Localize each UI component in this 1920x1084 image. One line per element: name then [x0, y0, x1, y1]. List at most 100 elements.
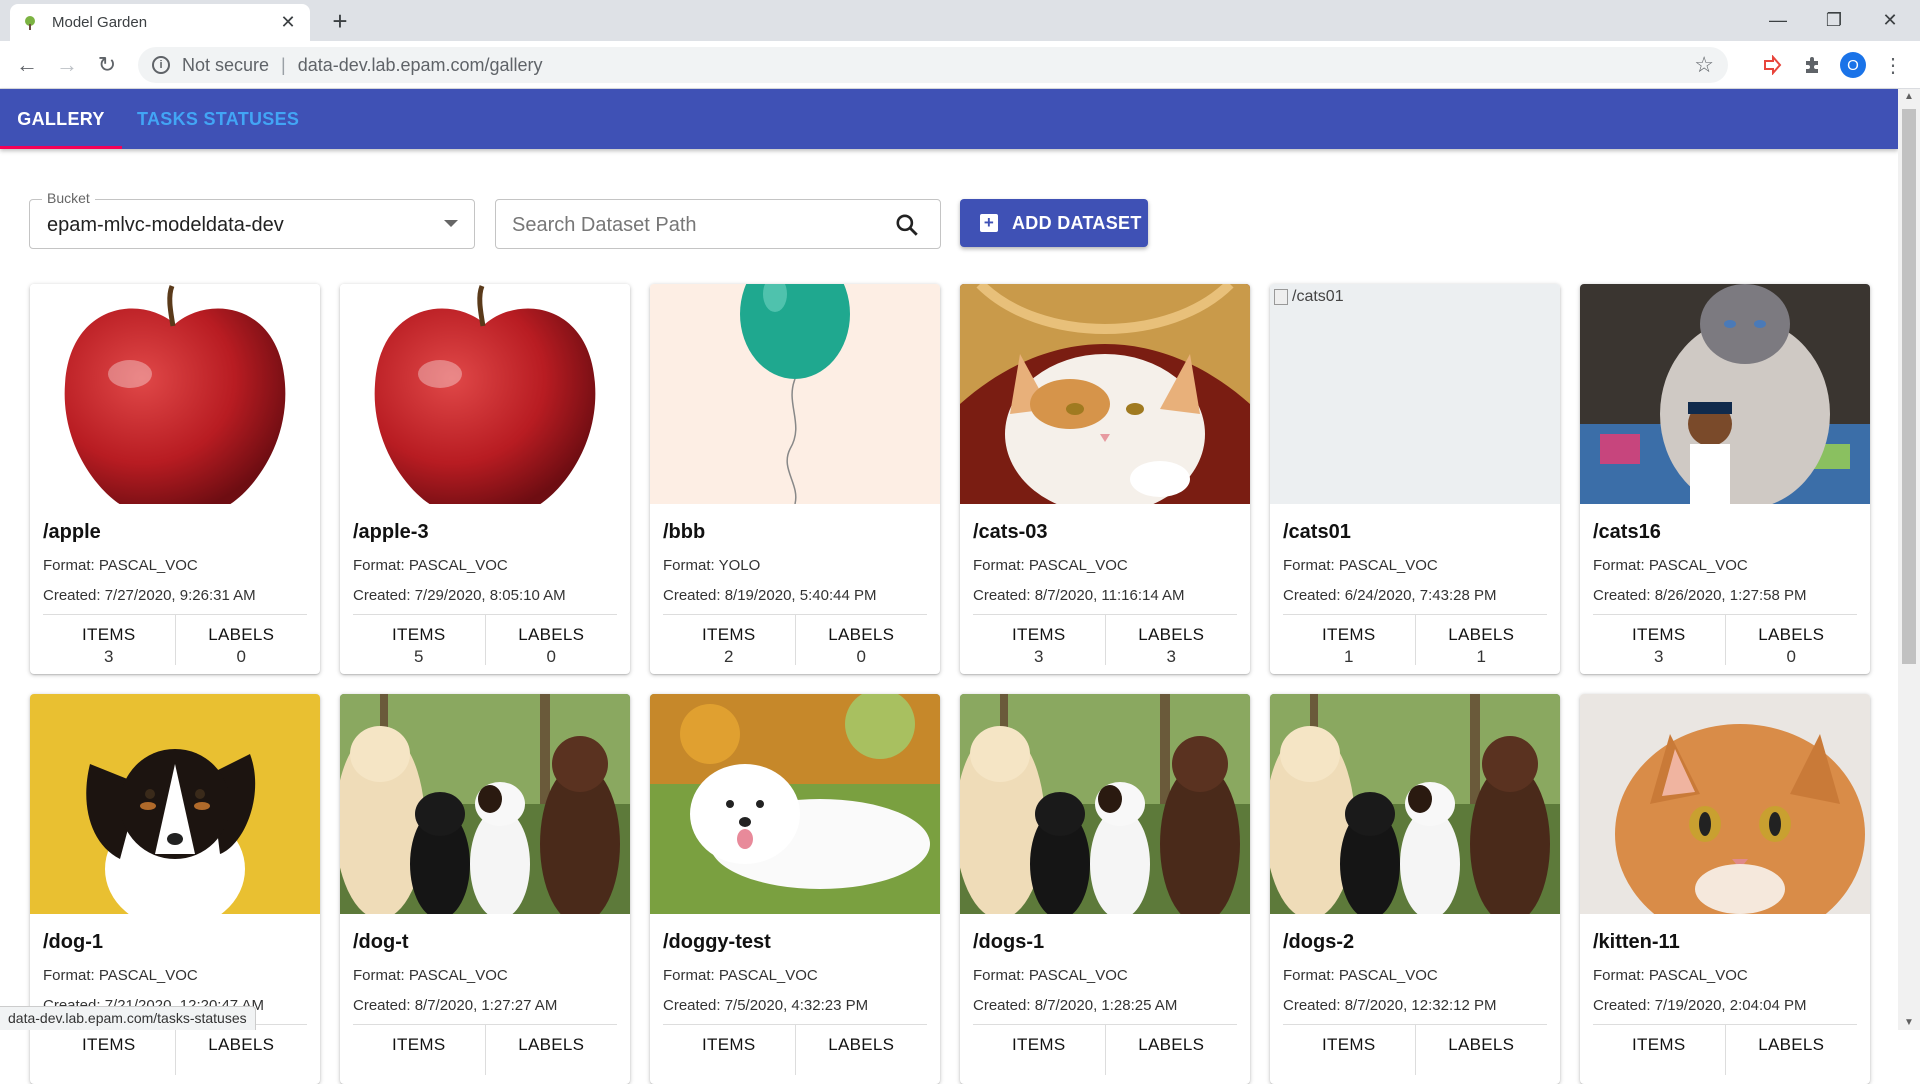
labels-stat: LABELS	[1414, 1025, 1548, 1075]
dataset-created: Created: 7/5/2020, 4:32:23 PM	[663, 997, 869, 1014]
forward-icon[interactable]: →	[51, 49, 83, 81]
labels-count: 3	[1166, 647, 1176, 666]
dataset-thumbnail[interactable]	[30, 284, 320, 504]
labels-label: LABELS	[208, 625, 275, 644]
items-label: ITEMS	[702, 1035, 756, 1054]
labels-stat: LABELS	[174, 1025, 308, 1075]
search-icon[interactable]	[894, 212, 920, 238]
info-icon[interactable]: i	[152, 56, 170, 74]
extension-arrow-icon[interactable]	[1757, 50, 1787, 80]
dataset-thumbnail[interactable]	[340, 284, 630, 504]
dataset-format: Format: PASCAL_VOC	[663, 967, 818, 984]
close-tab-icon[interactable]: ✕	[278, 12, 298, 33]
dataset-stats: ITEMS LABELS	[1283, 1025, 1547, 1075]
dataset-card[interactable]: /cats16 Format: PASCAL_VOC Created: 8/26…	[1580, 284, 1870, 674]
dropdown-arrow-icon	[444, 220, 458, 227]
items-stat: ITEMS	[1593, 1025, 1725, 1075]
dataset-thumbnail[interactable]	[1580, 694, 1870, 914]
items-label: ITEMS	[702, 625, 756, 644]
items-label: ITEMS	[392, 625, 446, 644]
dataset-card[interactable]: /cats01 /cats01 Format: PASCAL_VOC Creat…	[1270, 284, 1560, 674]
bucket-select[interactable]: Bucket epam-mlvc-modeldata-dev	[29, 190, 475, 249]
new-tab-icon[interactable]: +	[326, 6, 354, 36]
browser-menu-icon[interactable]: ⋮	[1878, 50, 1908, 80]
labels-label: LABELS	[828, 625, 895, 644]
separator: |	[281, 54, 286, 75]
tab-tasks-statuses[interactable]: TASKS STATUSES	[137, 89, 299, 149]
items-label: ITEMS	[1012, 1035, 1066, 1054]
dataset-thumbnail[interactable]	[1580, 284, 1870, 504]
scroll-up-icon[interactable]: ▲	[1904, 91, 1914, 102]
search-input[interactable]	[512, 212, 872, 238]
dataset-name: /apple-3	[353, 521, 429, 543]
items-label: ITEMS	[82, 1035, 136, 1054]
dataset-format: Format: PASCAL_VOC	[973, 967, 1128, 984]
dataset-stats: ITEMS 3 LABELS 3	[973, 615, 1237, 666]
labels-label: LABELS	[1758, 625, 1825, 644]
dataset-thumbnail[interactable]	[650, 694, 940, 914]
tree-icon	[25, 15, 35, 30]
dataset-created: Created: 8/19/2020, 5:40:44 PM	[663, 587, 877, 604]
scroll-down-icon[interactable]: ▼	[1904, 1017, 1914, 1028]
dataset-card[interactable]: /cats-03 Format: PASCAL_VOC Created: 8/7…	[960, 284, 1250, 674]
dataset-name: /cats16	[1593, 521, 1661, 543]
dataset-name: /dog-1	[43, 931, 103, 953]
dataset-card[interactable]: /bbb Format: YOLO Created: 8/19/2020, 5:…	[650, 284, 940, 674]
dataset-stats: ITEMS LABELS	[43, 1025, 307, 1075]
dataset-format: Format: PASCAL_VOC	[1593, 967, 1748, 984]
dataset-stats: ITEMS 3 LABELS 0	[1593, 615, 1858, 666]
dataset-stats: ITEMS LABELS	[353, 1025, 617, 1075]
dataset-format: Format: PASCAL_VOC	[353, 557, 508, 574]
reload-icon[interactable]: ↻	[91, 49, 123, 81]
address-bar[interactable]: i Not secure | data-dev.lab.epam.com/gal…	[138, 47, 1728, 83]
dataset-card[interactable]: /doggy-test Format: PASCAL_VOC Created: …	[650, 694, 940, 1084]
extensions-puzzle-icon[interactable]	[1797, 50, 1827, 80]
dataset-format: Format: PASCAL_VOC	[1283, 967, 1438, 984]
dataset-stats: ITEMS 3 LABELS 0	[43, 615, 307, 666]
search-field[interactable]	[495, 199, 941, 249]
items-stat: ITEMS 3	[1593, 615, 1725, 666]
broken-image-alt: /cats01	[1274, 288, 1344, 306]
add-dataset-button[interactable]: + ADD DATASET	[960, 199, 1148, 247]
labels-stat: LABELS 0	[1724, 615, 1858, 666]
dataset-thumbnail[interactable]: /cats01	[1270, 284, 1560, 504]
dataset-card[interactable]: /dogs-1 Format: PASCAL_VOC Created: 8/7/…	[960, 694, 1250, 1084]
dataset-card[interactable]: /dog-t Format: PASCAL_VOC Created: 8/7/2…	[340, 694, 630, 1084]
restore-icon[interactable]: ❐	[1806, 0, 1862, 40]
dataset-format: Format: PASCAL_VOC	[43, 967, 198, 984]
items-label: ITEMS	[1322, 625, 1376, 644]
add-box-icon: +	[980, 214, 998, 232]
close-window-icon[interactable]: ✕	[1862, 0, 1918, 40]
labels-label: LABELS	[1448, 625, 1515, 644]
dataset-card[interactable]: /kitten-11 Format: PASCAL_VOC Created: 7…	[1580, 694, 1870, 1084]
back-icon[interactable]: ←	[11, 49, 43, 81]
profile-avatar[interactable]: O	[1838, 50, 1868, 80]
browser-toolbar: ← → ↻ i Not secure | data-dev.lab.epam.c…	[0, 41, 1920, 89]
items-label: ITEMS	[1012, 625, 1066, 644]
dataset-format: Format: PASCAL_VOC	[353, 967, 508, 984]
page-scrollbar[interactable]: ▲ ▼	[1898, 89, 1920, 1030]
dataset-name: /apple	[43, 521, 101, 543]
scrollbar-thumb[interactable]	[1902, 109, 1916, 664]
items-label: ITEMS	[82, 625, 136, 644]
dataset-created: Created: 8/7/2020, 11:16:14 AM	[973, 587, 1185, 604]
dataset-thumbnail[interactable]	[960, 694, 1250, 914]
dataset-card[interactable]: /apple Format: PASCAL_VOC Created: 7/27/…	[30, 284, 320, 674]
tab-gallery[interactable]: GALLERY	[0, 89, 122, 149]
dataset-card[interactable]: /dogs-2 Format: PASCAL_VOC Created: 8/7/…	[1270, 694, 1560, 1084]
items-count: 3	[1034, 647, 1044, 666]
labels-label: LABELS	[518, 1035, 585, 1054]
browser-tab[interactable]: Model Garden ✕	[10, 4, 310, 41]
dataset-thumbnail[interactable]	[30, 694, 320, 914]
dataset-thumbnail[interactable]	[960, 284, 1250, 504]
bookmark-star-icon[interactable]: ☆	[1694, 52, 1714, 78]
items-stat: ITEMS	[1283, 1025, 1415, 1075]
dataset-thumbnail[interactable]	[650, 284, 940, 504]
minimize-icon[interactable]: —	[1750, 0, 1806, 40]
dataset-thumbnail[interactable]	[340, 694, 630, 914]
dataset-thumbnail[interactable]	[1270, 694, 1560, 914]
dataset-card[interactable]: /apple-3 Format: PASCAL_VOC Created: 7/2…	[340, 284, 630, 674]
dataset-name: /kitten-11	[1593, 931, 1680, 953]
labels-label: LABELS	[518, 625, 585, 644]
dataset-created: Created: 7/27/2020, 9:26:31 AM	[43, 587, 256, 604]
